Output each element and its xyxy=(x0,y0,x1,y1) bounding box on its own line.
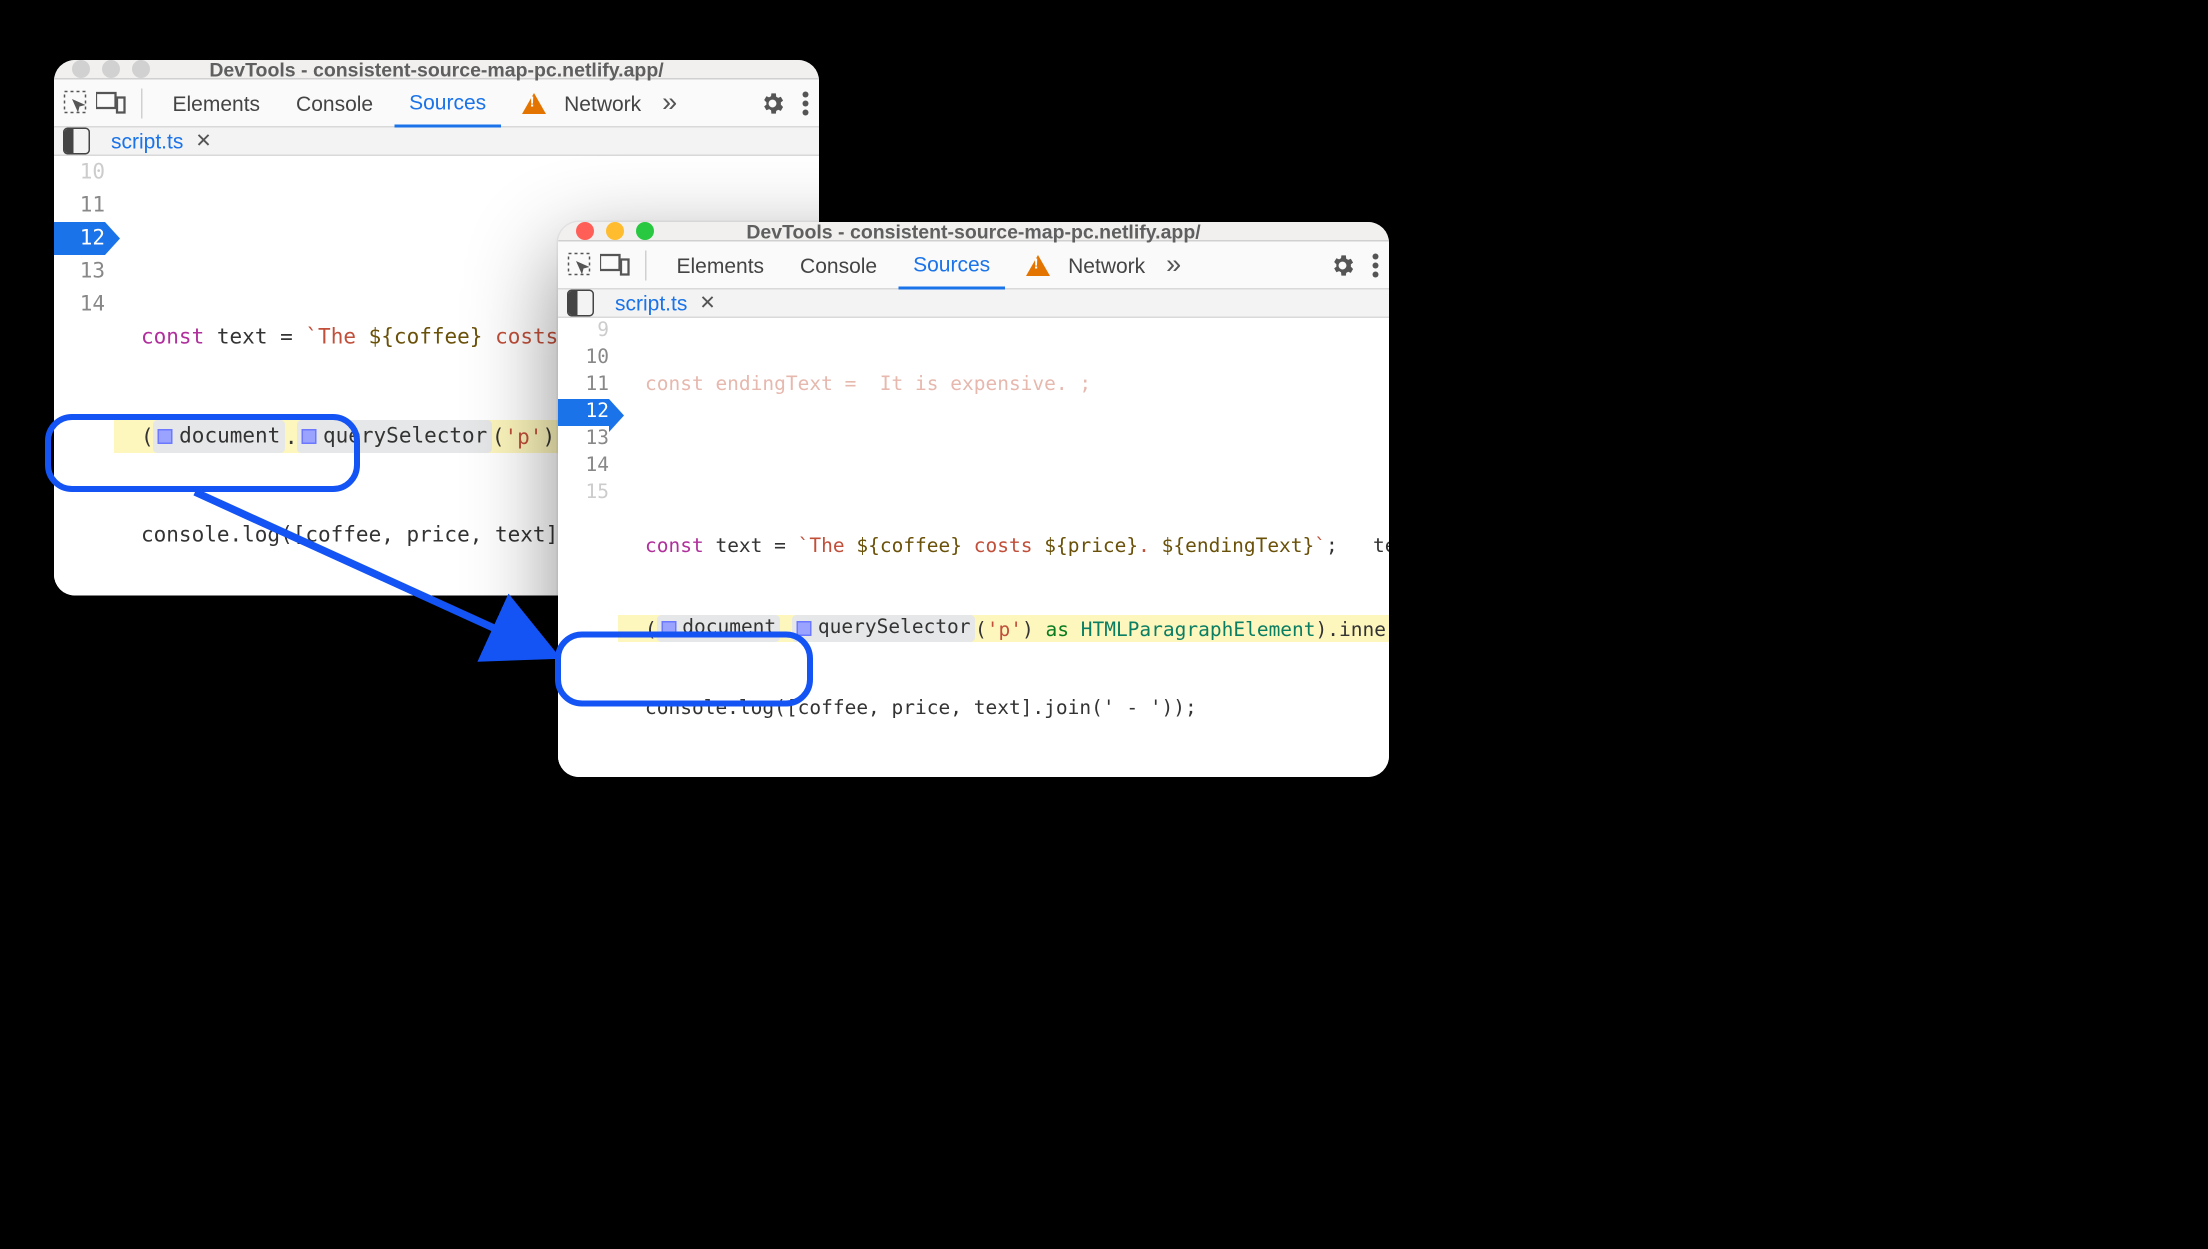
queryselector-chip: querySelector xyxy=(297,420,491,453)
line-gutter: 9 10 11 12 13 14 15 xyxy=(558,318,618,777)
tab-console[interactable]: Console xyxy=(281,79,388,127)
tab-elements[interactable]: Elements xyxy=(662,241,780,289)
traffic-lights xyxy=(72,60,150,78)
overflow-tabs[interactable]: » xyxy=(662,87,677,119)
show-navigator-icon[interactable] xyxy=(63,128,90,155)
inspect-icon[interactable] xyxy=(63,89,90,116)
main-toolbar: Elements Console Sources Network » xyxy=(54,80,819,128)
titlebar: DevTools - consistent-source-map-pc.netl… xyxy=(54,60,819,80)
file-tab-name: script.ts xyxy=(111,129,183,153)
main-toolbar: Elements Console Sources Network » xyxy=(558,242,1389,290)
device-icon[interactable] xyxy=(96,91,126,115)
tab-sources[interactable]: Sources xyxy=(898,242,1005,290)
file-tab-name: script.ts xyxy=(615,291,687,315)
document-chip: document xyxy=(657,615,781,642)
close-icon[interactable]: ✕ xyxy=(699,291,715,315)
close-icon[interactable]: ✕ xyxy=(195,129,211,153)
gear-icon[interactable] xyxy=(759,89,786,116)
queryselector-chip: querySelector xyxy=(792,615,975,642)
file-tab-bar: script.ts ✕ xyxy=(54,128,819,157)
tab-network[interactable]: Network xyxy=(507,79,656,127)
warning-icon xyxy=(1026,254,1050,275)
tab-network[interactable]: Network xyxy=(1011,241,1160,289)
code-content[interactable]: const endingText = It is expensive. ; co… xyxy=(618,318,1389,777)
titlebar: DevTools - consistent-source-map-pc.netl… xyxy=(558,222,1389,242)
tab-sources[interactable]: Sources xyxy=(394,80,501,128)
devtools-window-right: DevTools - consistent-source-map-pc.netl… xyxy=(558,222,1389,777)
file-tab[interactable]: script.ts ✕ xyxy=(105,129,218,153)
kebab-icon[interactable] xyxy=(801,89,810,116)
close-dot[interactable] xyxy=(576,222,594,240)
tab-elements[interactable]: Elements xyxy=(158,79,276,127)
zoom-dot[interactable] xyxy=(132,60,150,78)
kebab-icon[interactable] xyxy=(1371,251,1380,278)
code-editor: 9 10 11 12 13 14 15 const endingText = I… xyxy=(558,318,1389,777)
tab-console[interactable]: Console xyxy=(785,241,892,289)
minimize-dot[interactable] xyxy=(102,60,120,78)
inspect-icon[interactable] xyxy=(567,251,594,278)
window-title: DevTools - consistent-source-map-pc.netl… xyxy=(54,60,819,80)
device-icon[interactable] xyxy=(600,253,630,277)
traffic-lights xyxy=(576,222,654,240)
line-gutter: 10 11 12 13 14 xyxy=(54,156,114,596)
file-tab-bar: script.ts ✕ xyxy=(558,290,1389,319)
file-tab[interactable]: script.ts ✕ xyxy=(609,291,722,315)
window-title: DevTools - consistent-source-map-pc.netl… xyxy=(558,222,1389,242)
close-dot[interactable] xyxy=(72,60,90,78)
minimize-dot[interactable] xyxy=(606,222,624,240)
gear-icon[interactable] xyxy=(1329,251,1356,278)
show-navigator-icon[interactable] xyxy=(567,290,594,317)
zoom-dot[interactable] xyxy=(636,222,654,240)
warning-icon xyxy=(522,92,546,113)
document-chip: document xyxy=(154,420,285,453)
overflow-tabs[interactable]: » xyxy=(1166,249,1181,281)
